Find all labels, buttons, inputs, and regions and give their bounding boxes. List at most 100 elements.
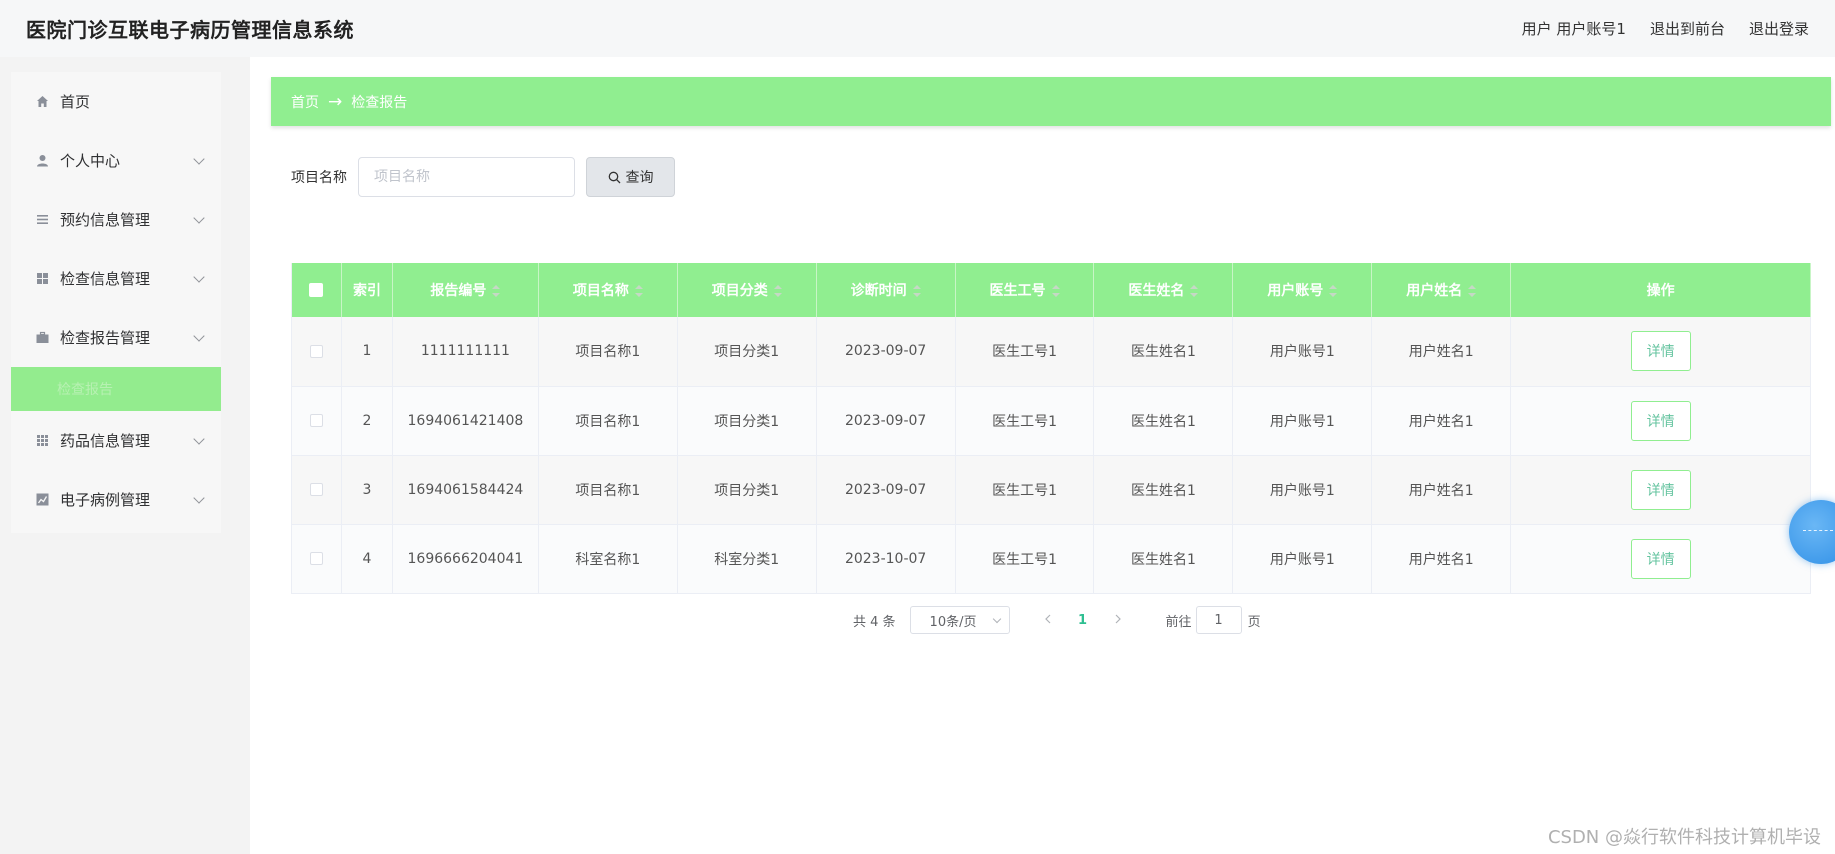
search-input[interactable]	[358, 157, 575, 197]
sidebar-item-label: 药品信息管理	[60, 432, 151, 450]
select-all-checkbox-cell[interactable]	[291, 263, 342, 317]
breadcrumb-arrow-icon: →	[328, 91, 343, 112]
page-number-current[interactable]: 1	[1063, 613, 1103, 628]
cell-doctor-id: 医生工号1	[955, 317, 1095, 387]
user-icon	[35, 154, 49, 168]
cell-doctor-id: 医生工号1	[955, 455, 1095, 525]
row-checkbox[interactable]	[309, 483, 323, 496]
column-header-item-category[interactable]: 项目分类	[677, 263, 817, 317]
detail-button[interactable]: 详情	[1630, 400, 1691, 441]
chevron-down-icon	[193, 211, 205, 224]
sidebar-item-appointment[interactable]: 预约信息管理	[11, 190, 221, 249]
select-all-checkbox[interactable]	[309, 283, 324, 297]
column-header-label: 项目名称	[572, 283, 629, 299]
cell-index: 1	[341, 317, 393, 387]
column-header-label: 用户账号	[1267, 283, 1324, 299]
goto-suffix: 页	[1247, 614, 1261, 630]
chevron-down-icon	[193, 432, 205, 445]
table-row: 3 1694061584424 项目名称1 项目分类1 2023-09-07 医…	[291, 455, 1811, 525]
chevron-down-icon	[193, 491, 205, 504]
search-icon	[608, 171, 621, 184]
home-icon	[35, 95, 49, 109]
chevron-left-icon	[1044, 614, 1050, 623]
column-header-action: 操作	[1510, 263, 1811, 317]
sidebar-item-label: 检查报告管理	[60, 329, 151, 347]
cell-doctor-id: 医生工号1	[955, 524, 1095, 594]
goto-page-input[interactable]: 1	[1195, 606, 1242, 634]
cell-user-account: 用户账号1	[1232, 524, 1373, 594]
row-checkbox[interactable]	[309, 414, 323, 427]
column-header-label: 报告编号	[430, 283, 487, 299]
cell-user-name: 用户姓名1	[1371, 455, 1512, 525]
chevron-down-icon	[193, 329, 205, 342]
cell-user-name: 用户姓名1	[1371, 524, 1512, 594]
sidebar-item-exam-info[interactable]: 检查信息管理	[11, 249, 221, 308]
cell-user-account: 用户账号1	[1232, 386, 1373, 456]
row-checkbox-cell[interactable]	[291, 317, 342, 387]
detail-button[interactable]: 详情	[1630, 331, 1691, 372]
sidebar-item-home[interactable]: 首页	[11, 72, 221, 131]
cell-index: 2	[341, 386, 393, 456]
sort-icon[interactable]	[492, 285, 501, 297]
cell-diag-time: 2023-09-07	[816, 386, 956, 456]
column-header-label: 医生工号	[989, 283, 1046, 299]
back-to-front-link[interactable]: 退出到前台	[1650, 18, 1725, 39]
pagination-total: 共 4 条	[853, 614, 896, 630]
sort-icon[interactable]	[1051, 285, 1060, 297]
breadcrumb-current: 检查报告	[351, 94, 408, 111]
cell-diag-time: 2023-09-07	[816, 317, 956, 387]
sidebar-item-medical-record[interactable]: 电子病例管理	[11, 470, 221, 529]
table-row: 2 1694061421408 项目名称1 项目分类1 2023-09-07 医…	[291, 386, 1811, 456]
detail-button[interactable]: 详情	[1630, 469, 1691, 510]
sort-icon[interactable]	[773, 285, 782, 297]
search-button[interactable]: 查询	[586, 157, 675, 197]
cell-diag-time: 2023-10-07	[816, 524, 956, 594]
chevron-right-icon	[1115, 614, 1121, 623]
submenu-item-exam-report[interactable]: 检查报告	[11, 367, 221, 411]
column-header-item-name[interactable]: 项目名称	[538, 263, 678, 317]
cell-report-no: 1696666204041	[392, 524, 539, 594]
next-page-button[interactable]	[1103, 613, 1133, 628]
sidebar-item-label: 个人中心	[60, 152, 121, 170]
sort-icon[interactable]	[1190, 285, 1199, 297]
column-header-diag-time[interactable]: 诊断时间	[816, 263, 956, 317]
column-header-report-no[interactable]: 报告编号	[392, 263, 539, 317]
row-checkbox[interactable]	[309, 552, 323, 565]
sidebar-item-exam-report[interactable]: 检查报告管理	[11, 308, 221, 367]
sidebar-item-label: 首页	[60, 93, 91, 111]
sort-icon[interactable]	[1329, 285, 1338, 297]
sidebar-item-personal-center[interactable]: 个人中心	[11, 131, 221, 190]
apps-icon	[35, 434, 49, 448]
cell-doctor-name: 医生姓名1	[1093, 317, 1234, 387]
page-size-select[interactable]: 10条/页	[909, 606, 1010, 634]
user-info[interactable]: 用户 用户账号1	[1522, 18, 1626, 39]
sort-icon[interactable]	[634, 285, 643, 297]
cell-item-name: 项目名称1	[538, 455, 678, 525]
pagination: 共 4 条 10条/页 1 前往 1 页	[853, 606, 1261, 634]
app-title: 医院门诊互联电子病历管理信息系统	[26, 18, 354, 42]
column-header-user-account[interactable]: 用户账号	[1232, 263, 1373, 317]
breadcrumb-home[interactable]: 首页	[291, 92, 319, 112]
column-header-user-name[interactable]: 用户姓名	[1371, 263, 1512, 317]
sort-icon[interactable]	[1468, 285, 1477, 297]
logout-link[interactable]: 退出登录	[1749, 18, 1809, 39]
search-label: 项目名称	[291, 170, 347, 186]
row-checkbox-cell[interactable]	[291, 524, 342, 594]
cell-user-name: 用户姓名1	[1371, 317, 1512, 387]
cell-doctor-name: 医生姓名1	[1093, 455, 1234, 525]
row-checkbox-cell[interactable]	[291, 386, 342, 456]
sidebar-item-label: 预约信息管理	[60, 211, 151, 229]
row-checkbox[interactable]	[309, 344, 323, 358]
cell-report-no: 1694061421408	[392, 386, 539, 456]
sidebar-item-label: 电子病例管理	[60, 491, 151, 509]
prev-page-button[interactable]	[1033, 613, 1063, 628]
column-header-doctor-id[interactable]: 医生工号	[955, 263, 1095, 317]
row-checkbox-cell[interactable]	[291, 455, 342, 525]
column-header-doctor-name[interactable]: 医生姓名	[1093, 263, 1234, 317]
sidebar-item-drug-info[interactable]: 药品信息管理	[11, 411, 221, 470]
sidebar: 首页 个人中心 预约信息管理 检查信息管理 检查报告管理 检查报告 药品信息管理	[11, 72, 221, 533]
chevron-down-icon	[193, 270, 205, 283]
watermark: CSDN @焱行软件科技计算机毕设	[1547, 827, 1821, 848]
sort-icon[interactable]	[912, 285, 921, 297]
detail-button[interactable]: 详情	[1630, 538, 1691, 579]
